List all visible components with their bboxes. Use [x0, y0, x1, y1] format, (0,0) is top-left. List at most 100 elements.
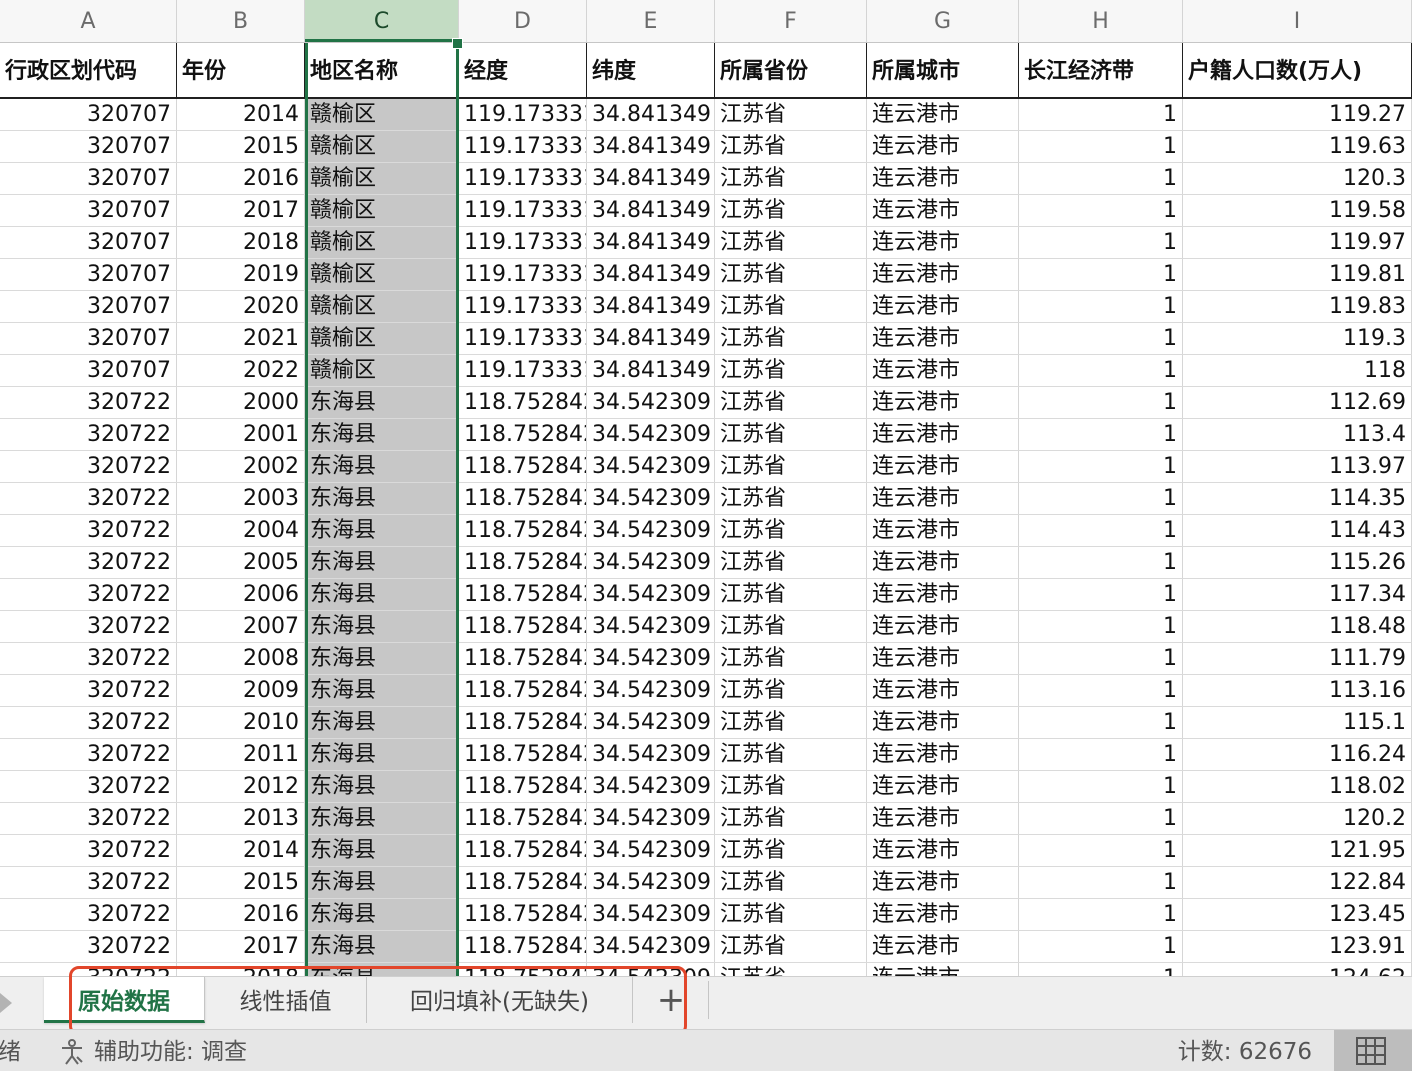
table-cell[interactable]: 118.752842: [459, 675, 587, 706]
table-cell[interactable]: 2016: [177, 163, 305, 194]
table-cell[interactable]: 118.752842: [459, 483, 587, 514]
table-cell[interactable]: 东海县: [305, 419, 459, 450]
table-cell[interactable]: 2014: [177, 99, 305, 130]
table-cell[interactable]: 34.841349: [587, 131, 715, 162]
table-cell[interactable]: 连云港市: [867, 131, 1019, 162]
table-cell[interactable]: 34.542309: [587, 803, 715, 834]
table-cell[interactable]: 连云港市: [867, 99, 1019, 130]
table-cell[interactable]: 119.81: [1183, 259, 1412, 290]
column-letter-h[interactable]: H: [1019, 0, 1183, 42]
table-cell[interactable]: 34.841349: [587, 99, 715, 130]
table-cell[interactable]: 2011: [177, 739, 305, 770]
table-cell[interactable]: 118.752842: [459, 579, 587, 610]
table-cell[interactable]: 江苏省: [715, 547, 867, 578]
table-cell[interactable]: 连云港市: [867, 963, 1019, 976]
table-cell[interactable]: 120.2: [1183, 803, 1412, 834]
table-cell[interactable]: 1: [1019, 195, 1183, 226]
table-cell[interactable]: 江苏省: [715, 259, 867, 290]
column-letter-e[interactable]: E: [587, 0, 715, 42]
table-cell[interactable]: 118.752842: [459, 387, 587, 418]
table-cell[interactable]: 江苏省: [715, 131, 867, 162]
table-cell[interactable]: 320722: [0, 451, 177, 482]
table-cell[interactable]: 118: [1183, 355, 1412, 386]
table-cell[interactable]: 118.752842: [459, 739, 587, 770]
table-cell[interactable]: 119.97: [1183, 227, 1412, 258]
table-cell[interactable]: 2019: [177, 259, 305, 290]
table-cell[interactable]: 34.542309: [587, 579, 715, 610]
table-cell[interactable]: 320707: [0, 323, 177, 354]
table-cell[interactable]: 320722: [0, 739, 177, 770]
table-cell[interactable]: 34.841349: [587, 163, 715, 194]
table-cell[interactable]: 连云港市: [867, 323, 1019, 354]
table-cell[interactable]: 118.752842: [459, 707, 587, 738]
table-cell[interactable]: 119.83: [1183, 291, 1412, 322]
table-cell[interactable]: 东海县: [305, 579, 459, 610]
table-cell[interactable]: 2003: [177, 483, 305, 514]
table-cell[interactable]: 116.24: [1183, 739, 1412, 770]
table-cell[interactable]: 34.841349: [587, 259, 715, 290]
table-cell[interactable]: 2018: [177, 963, 305, 976]
table-cell[interactable]: 1: [1019, 803, 1183, 834]
table-cell[interactable]: 1: [1019, 739, 1183, 770]
table-cell[interactable]: 2004: [177, 515, 305, 546]
table-cell[interactable]: 1: [1019, 867, 1183, 898]
table-cell[interactable]: 东海县: [305, 675, 459, 706]
table-cell[interactable]: 34.542309: [587, 963, 715, 976]
table-cell[interactable]: 320722: [0, 419, 177, 450]
table-cell[interactable]: 1: [1019, 259, 1183, 290]
table-cell[interactable]: 320707: [0, 131, 177, 162]
table-cell[interactable]: 连云港市: [867, 579, 1019, 610]
table-cell[interactable]: 118.48: [1183, 611, 1412, 642]
table-cell[interactable]: 江苏省: [715, 803, 867, 834]
table-cell[interactable]: 江苏省: [715, 451, 867, 482]
table-cell[interactable]: 118.752842: [459, 803, 587, 834]
table-cell[interactable]: 2007: [177, 611, 305, 642]
table-cell[interactable]: 320722: [0, 963, 177, 976]
table-cell[interactable]: 1: [1019, 387, 1183, 418]
column-letter-i[interactable]: I: [1183, 0, 1412, 42]
header-cell[interactable]: 所属省份: [715, 43, 867, 97]
table-cell[interactable]: 117.34: [1183, 579, 1412, 610]
table-cell[interactable]: 119.173331: [459, 195, 587, 226]
table-cell[interactable]: 119.173331: [459, 131, 587, 162]
table-cell[interactable]: 赣榆区: [305, 227, 459, 258]
table-cell[interactable]: 江苏省: [715, 99, 867, 130]
table-cell[interactable]: 34.542309: [587, 835, 715, 866]
table-cell[interactable]: 2016: [177, 899, 305, 930]
table-cell[interactable]: 连云港市: [867, 931, 1019, 962]
table-cell[interactable]: 1: [1019, 547, 1183, 578]
table-cell[interactable]: 赣榆区: [305, 131, 459, 162]
table-cell[interactable]: 连云港市: [867, 387, 1019, 418]
column-letter-g[interactable]: G: [867, 0, 1019, 42]
table-cell[interactable]: 连云港市: [867, 899, 1019, 930]
table-cell[interactable]: 东海县: [305, 867, 459, 898]
table-cell[interactable]: 江苏省: [715, 387, 867, 418]
table-cell[interactable]: 2018: [177, 227, 305, 258]
table-cell[interactable]: 连云港市: [867, 835, 1019, 866]
table-cell[interactable]: 320707: [0, 291, 177, 322]
table-cell[interactable]: 连云港市: [867, 547, 1019, 578]
table-cell[interactable]: 118.752842: [459, 867, 587, 898]
table-cell[interactable]: 江苏省: [715, 739, 867, 770]
table-cell[interactable]: 34.841349: [587, 323, 715, 354]
table-cell[interactable]: 连云港市: [867, 611, 1019, 642]
table-cell[interactable]: 连云港市: [867, 803, 1019, 834]
table-cell[interactable]: 119.173331: [459, 323, 587, 354]
header-cell[interactable]: 户籍人口数(万人): [1183, 43, 1412, 97]
table-cell[interactable]: 江苏省: [715, 515, 867, 546]
table-cell[interactable]: 1: [1019, 483, 1183, 514]
table-cell[interactable]: 东海县: [305, 483, 459, 514]
table-cell[interactable]: 118.752842: [459, 835, 587, 866]
table-cell[interactable]: 赣榆区: [305, 195, 459, 226]
table-cell[interactable]: 1: [1019, 515, 1183, 546]
table-cell[interactable]: 1: [1019, 131, 1183, 162]
column-letter-f[interactable]: F: [715, 0, 867, 42]
spreadsheet-grid[interactable]: 3207222018东海县118.75284234.542309江苏省连云港市1…: [0, 43, 1412, 976]
table-cell[interactable]: 2002: [177, 451, 305, 482]
table-cell[interactable]: 320722: [0, 579, 177, 610]
table-cell[interactable]: 34.542309: [587, 867, 715, 898]
table-cell[interactable]: 1: [1019, 835, 1183, 866]
sheet-tab-linear-interpolation[interactable]: 线性插值: [205, 977, 367, 1023]
table-cell[interactable]: 119.58: [1183, 195, 1412, 226]
column-letter-a[interactable]: A: [0, 0, 177, 42]
